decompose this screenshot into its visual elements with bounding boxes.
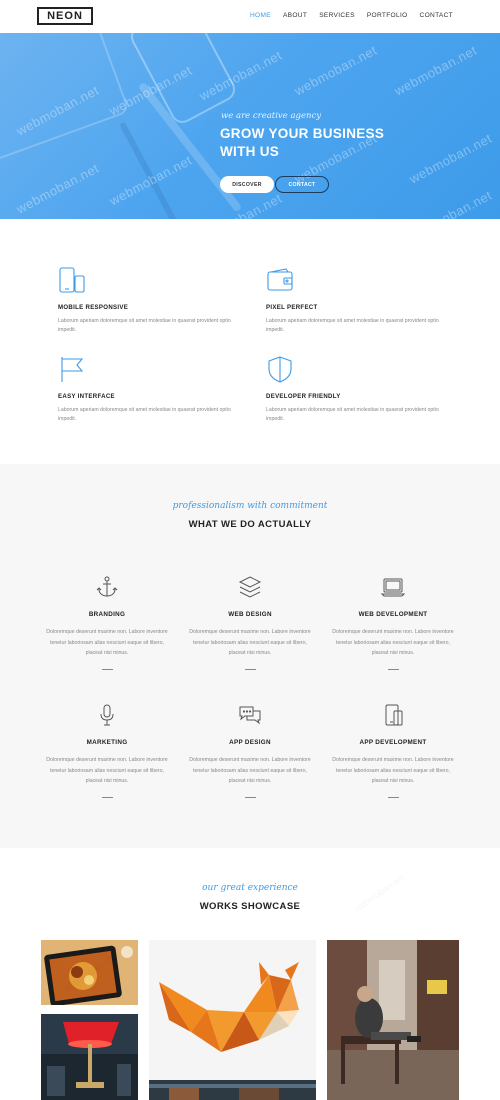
- hero-title-line-1: GROW YOUR BUSINESS: [220, 126, 385, 141]
- service-divider: [101, 668, 113, 671]
- services-title: WHAT WE DO ACTUALLY: [188, 519, 312, 530]
- service-divider: [387, 668, 399, 671]
- work-item-red-lamp[interactable]: [41, 1014, 138, 1100]
- red-lamp-photo: [41, 1014, 138, 1100]
- mobile-icon: [58, 266, 86, 294]
- devices-icon: [381, 703, 405, 727]
- feature-mobile-responsive: MOBILE RESPONSIVE Laborum aperiam dolore…: [58, 266, 243, 334]
- hero-banner: webmoban.net webmoban.net webmoban.net w…: [0, 33, 500, 219]
- feature-title: EASY INTERFACE: [58, 393, 115, 400]
- works-section: our great experience WORKS SHOWCASE: [0, 848, 500, 1100]
- services-script-heading: professionalism with commitment: [172, 501, 328, 511]
- microphone-icon: [95, 703, 119, 727]
- discover-button[interactable]: DISCOVER: [220, 176, 274, 193]
- nav-home[interactable]: HOME: [250, 12, 271, 19]
- service-title: WEB DEVELOPMENT: [358, 611, 428, 618]
- service-app-development: APP DEVELOPMENT Doloremque deserunt maxi…: [328, 703, 458, 799]
- hero-watermark: webmoban.net: [13, 160, 102, 217]
- hero-watermark: webmoban.net: [406, 187, 495, 219]
- feature-pixel-perfect: PIXEL PERFECT Laborum aperiam doloremque…: [266, 266, 451, 334]
- hero-title-line-2: WITH US: [220, 144, 280, 159]
- feature-title: MOBILE RESPONSIVE: [58, 304, 129, 311]
- hero-watermark: webmoban.net: [291, 42, 380, 99]
- chat-bubbles-icon: [238, 703, 262, 727]
- feature-text: Laborum aperiam doloremque sit amet mole…: [266, 407, 439, 422]
- flag-icon: [58, 355, 86, 383]
- laptop-icon: [380, 575, 406, 599]
- hero-watermark: webmoban.net: [391, 42, 480, 99]
- main-nav: HOME ABOUT SERVICES PORTFOLIO CONTACT: [250, 12, 453, 19]
- works-script-heading: our great experience: [202, 883, 298, 893]
- feature-developer-friendly: DEVELOPER FRIENDLY Laborum aperiam dolor…: [266, 355, 451, 423]
- service-divider: [101, 796, 113, 799]
- shield-icon: [266, 355, 294, 383]
- nav-about[interactable]: ABOUT: [283, 12, 307, 19]
- work-item-origami-fox[interactable]: [149, 940, 316, 1080]
- hero-title: GROW YOUR BUSINESS WITH US: [220, 125, 420, 161]
- service-text: Doloremque deserunt maxime non. Labore i…: [189, 629, 311, 657]
- feature-title: PIXEL PERFECT: [266, 304, 318, 311]
- service-title: WEB DESIGN: [228, 611, 272, 618]
- service-title: APP DEVELOPMENT: [359, 739, 427, 746]
- service-title: APP DESIGN: [229, 739, 271, 746]
- service-web-design: WEB DESIGN Doloremque deserunt maxime no…: [185, 575, 315, 671]
- service-app-design: APP DESIGN Doloremque deserunt maxime no…: [185, 703, 315, 799]
- feature-text: Laborum aperiam doloremque sit amet mole…: [58, 407, 231, 422]
- service-divider: [244, 668, 256, 671]
- feature-text: Laborum aperiam doloremque sit amet mole…: [58, 318, 231, 333]
- service-branding: BRANDING Doloremque deserunt maxime non.…: [42, 575, 172, 671]
- work-item-bottom-strip[interactable]: [149, 1080, 316, 1100]
- service-text: Doloremque deserunt maxime non. Labore i…: [46, 629, 168, 657]
- street-bench-photo: [327, 940, 459, 1100]
- features-section: MOBILE RESPONSIVE Laborum aperiam dolore…: [0, 219, 500, 464]
- works-title: WORKS SHOWCASE: [199, 901, 301, 912]
- nav-services[interactable]: SERVICES: [319, 12, 355, 19]
- service-divider: [244, 796, 256, 799]
- service-divider: [387, 796, 399, 799]
- nav-contact[interactable]: CONTACT: [420, 12, 453, 19]
- site-header: NEON HOME ABOUT SERVICES PORTFOLIO CONTA…: [0, 0, 500, 33]
- hero-tagline: we are creative agency: [221, 111, 322, 121]
- feature-easy-interface: EASY INTERFACE Laborum aperiam doloremqu…: [58, 355, 243, 423]
- contact-button[interactable]: CONTACT: [275, 176, 329, 193]
- services-section: professionalism with commitment WHAT WE …: [0, 464, 500, 848]
- nav-portfolio[interactable]: PORTFOLIO: [367, 12, 408, 19]
- feature-title: DEVELOPER FRIENDLY: [266, 393, 341, 400]
- layers-icon: [238, 575, 262, 599]
- service-text: Doloremque deserunt maxime non. Labore i…: [332, 629, 454, 657]
- service-web-development: WEB DEVELOPMENT Doloremque deserunt maxi…: [328, 575, 458, 671]
- wallet-icon: [266, 266, 294, 294]
- service-title: MARKETING: [86, 739, 128, 746]
- anchor-icon: [95, 575, 119, 599]
- site-logo[interactable]: NEON: [37, 7, 93, 25]
- work-item-street-bench[interactable]: [327, 940, 459, 1100]
- origami-fox-photo: [149, 940, 316, 1080]
- bottom-strip-photo: [149, 1080, 316, 1100]
- service-text: Doloremque deserunt maxime non. Labore i…: [332, 757, 454, 785]
- service-text: Doloremque deserunt maxime non. Labore i…: [46, 757, 168, 785]
- service-text: Doloremque deserunt maxime non. Labore i…: [189, 757, 311, 785]
- service-title: BRANDING: [88, 611, 126, 618]
- feature-text: Laborum aperiam doloremque sit amet mole…: [266, 318, 439, 333]
- hero-watermark: webmoban.net: [106, 152, 195, 209]
- service-marketing: MARKETING Doloremque deserunt maxime non…: [42, 703, 172, 799]
